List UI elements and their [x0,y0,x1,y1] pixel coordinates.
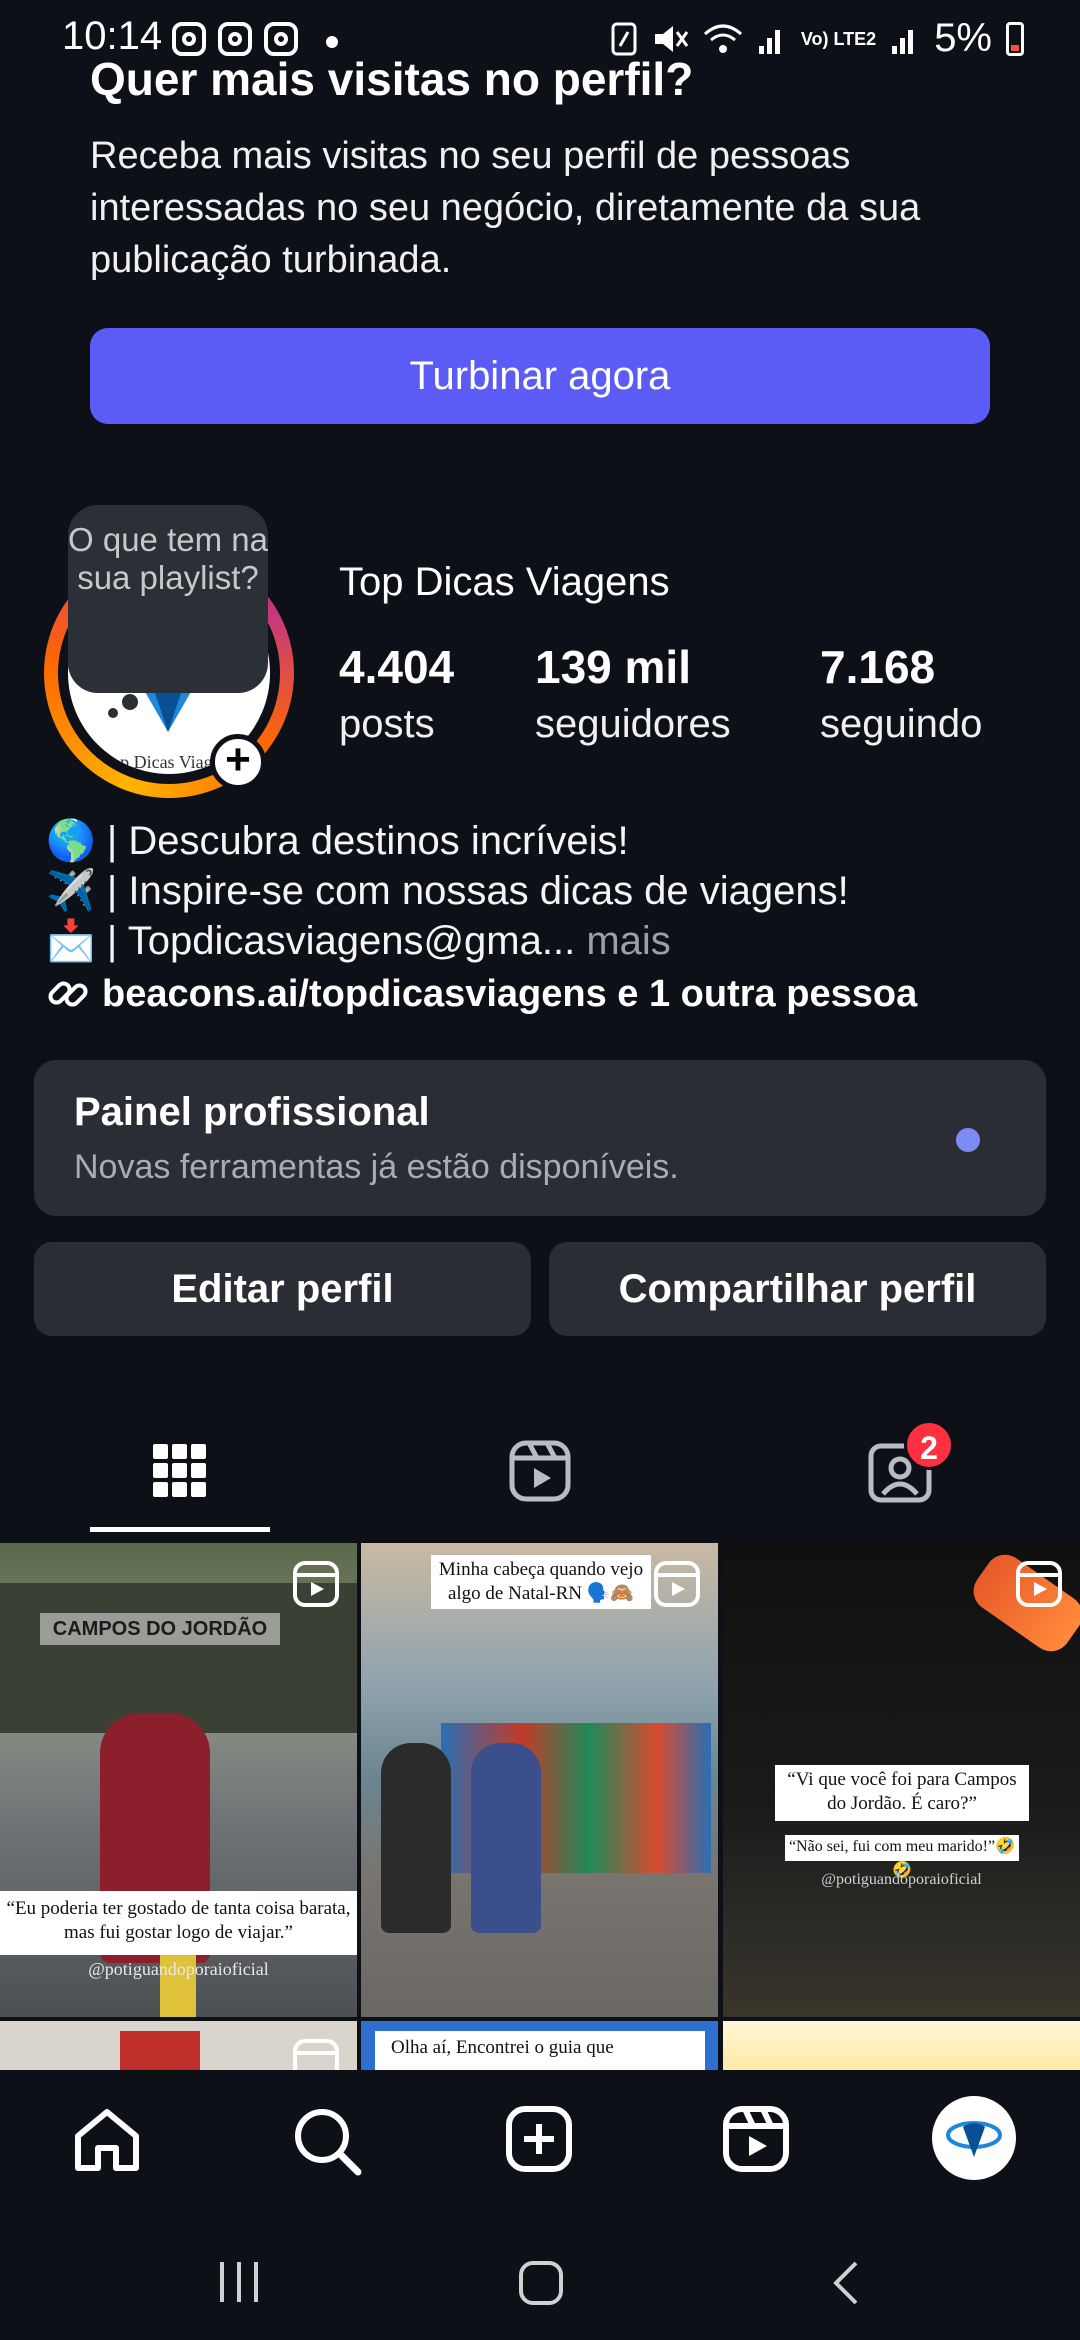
system-navigation [0,2210,1080,2340]
post-image-detail [120,2031,200,2070]
home-button-icon[interactable] [518,2260,564,2306]
bio-line: 🌎 | Descubra destinos incríveis! [46,819,629,863]
back-icon[interactable] [830,2260,860,2306]
bio-line: ✈️ | Inspire-se com nossas dicas de viag… [46,869,849,913]
post-thumbnail[interactable] [723,2021,1080,2070]
share-profile-button[interactable]: Compartilhar perfil [549,1242,1046,1336]
profile-nav-avatar[interactable] [932,2096,1016,2180]
post-thumbnail[interactable]: Olha aí, Encontrei o guia que [361,2021,718,2070]
promo-text: Receba mais visitas no seu perfil de pes… [90,135,921,281]
note-bubble-tail [108,708,118,718]
person-figure [471,1743,541,1933]
nfc-icon [611,22,637,55]
reel-badge-icon [654,1561,700,1607]
tab-reels[interactable] [450,1426,630,1516]
active-tab-indicator [90,1527,270,1532]
posts-count[interactable]: 4.404 [339,640,454,694]
post-handle: @potiguandoporaioficial [821,1871,982,1888]
bio-link-text[interactable]: beacons.ai/topdicasviagens e 1 outra pes… [102,973,917,1016]
post-thumbnail[interactable]: CAMPOS DO JORDÃO “Eu poderia ter gostado… [0,1543,357,2017]
post-handle: @potiguandoporaioficial [88,1959,269,1979]
post-caption-reply: “Não sei, fui com meu marido!”🤣🤣 [785,1835,1019,1879]
battery-icon [1006,21,1024,56]
post-thumbnail[interactable]: “Vi que você foi para Campos do Jordão. … [723,1543,1080,2017]
reel-badge-icon [1016,1561,1062,1607]
instagram-notification-icon [264,22,298,56]
instagram-notification-icon [172,22,206,56]
post-caption: “Eu poderia ter gostado de tanta coisa b… [0,1891,357,1955]
followers-label[interactable]: seguidores [535,702,731,747]
campos-sign: CAMPOS DO JORDÃO [40,1613,280,1645]
reels-nav-icon[interactable] [723,2106,789,2172]
search-icon[interactable] [292,2106,362,2176]
boost-now-button[interactable]: Turbinar agora [90,328,990,424]
note-bubble[interactable]: O que tem na sua playlist? [68,505,268,693]
person-figure [381,1743,451,1933]
reels-icon [509,1440,571,1502]
tagged-count-badge: 2 [904,1420,954,1470]
professional-dashboard-card[interactable] [34,1060,1046,1216]
post-caption: “Vi que você foi para Campos do Jordão. … [775,1765,1029,1821]
signal-icon [892,29,914,54]
post-thumbnail[interactable] [0,2021,357,2070]
pro-dashboard-title: Painel profissional [74,1090,430,1134]
posts-label[interactable]: posts [339,702,435,747]
create-post-icon[interactable] [506,2106,572,2172]
logo-pin-icon [946,2121,1002,2157]
reel-badge-icon [293,1561,339,1607]
home-icon[interactable] [72,2106,142,2172]
bio: 🌎 | Descubra destinos incríveis! ✈️ | In… [46,816,1046,966]
post-top-caption: Minha cabeça quando vejo algo de Natal-R… [431,1555,651,1609]
more-notifications-dot-icon [326,36,338,48]
note-bubble-tail [122,694,138,710]
reel-badge-icon [293,2039,339,2070]
post-top-caption: Olha aí, Encontrei o guia que [375,2031,705,2070]
wifi-icon [703,24,742,53]
battery-percent: 5% [934,16,992,60]
tab-grid[interactable] [90,1426,270,1516]
instagram-notification-icon [218,22,252,56]
mute-icon [654,25,689,52]
bio-line: 📩 | Topdicasviagens@gma... mais [46,916,1046,966]
bio-link[interactable]: beacons.ai/topdicasviagens e 1 outra pes… [46,972,917,1016]
tab-tagged[interactable] [810,1426,990,1516]
recent-apps-icon[interactable] [216,2260,262,2304]
link-icon [48,981,88,1007]
followers-count[interactable]: 139 mil [535,640,691,694]
bottom-navigation [0,2070,1080,2210]
signal-icon [758,29,780,54]
promo-title: Quer mais visitas no perfil? [90,53,694,105]
following-label[interactable]: seguindo [820,702,982,747]
bio-email: 📩 | Topdicasviagens@gma... [46,919,576,963]
post-thumbnail[interactable]: Minha cabeça quando vejo algo de Natal-R… [361,1543,718,2017]
grid-icon [153,1444,206,1497]
following-count[interactable]: 7.168 [820,640,935,694]
network-label: Vo) LTE2 [800,28,877,49]
new-indicator-dot-icon [956,1128,980,1152]
profile-name: Top Dicas Viagens [339,560,670,604]
bio-more-link[interactable]: mais [575,919,670,963]
edit-profile-button[interactable]: Editar perfil [34,1242,531,1336]
pro-dashboard-subtitle: Novas ferramentas já estão disponíveis. [74,1148,679,1186]
add-story-icon[interactable]: + [210,734,266,790]
